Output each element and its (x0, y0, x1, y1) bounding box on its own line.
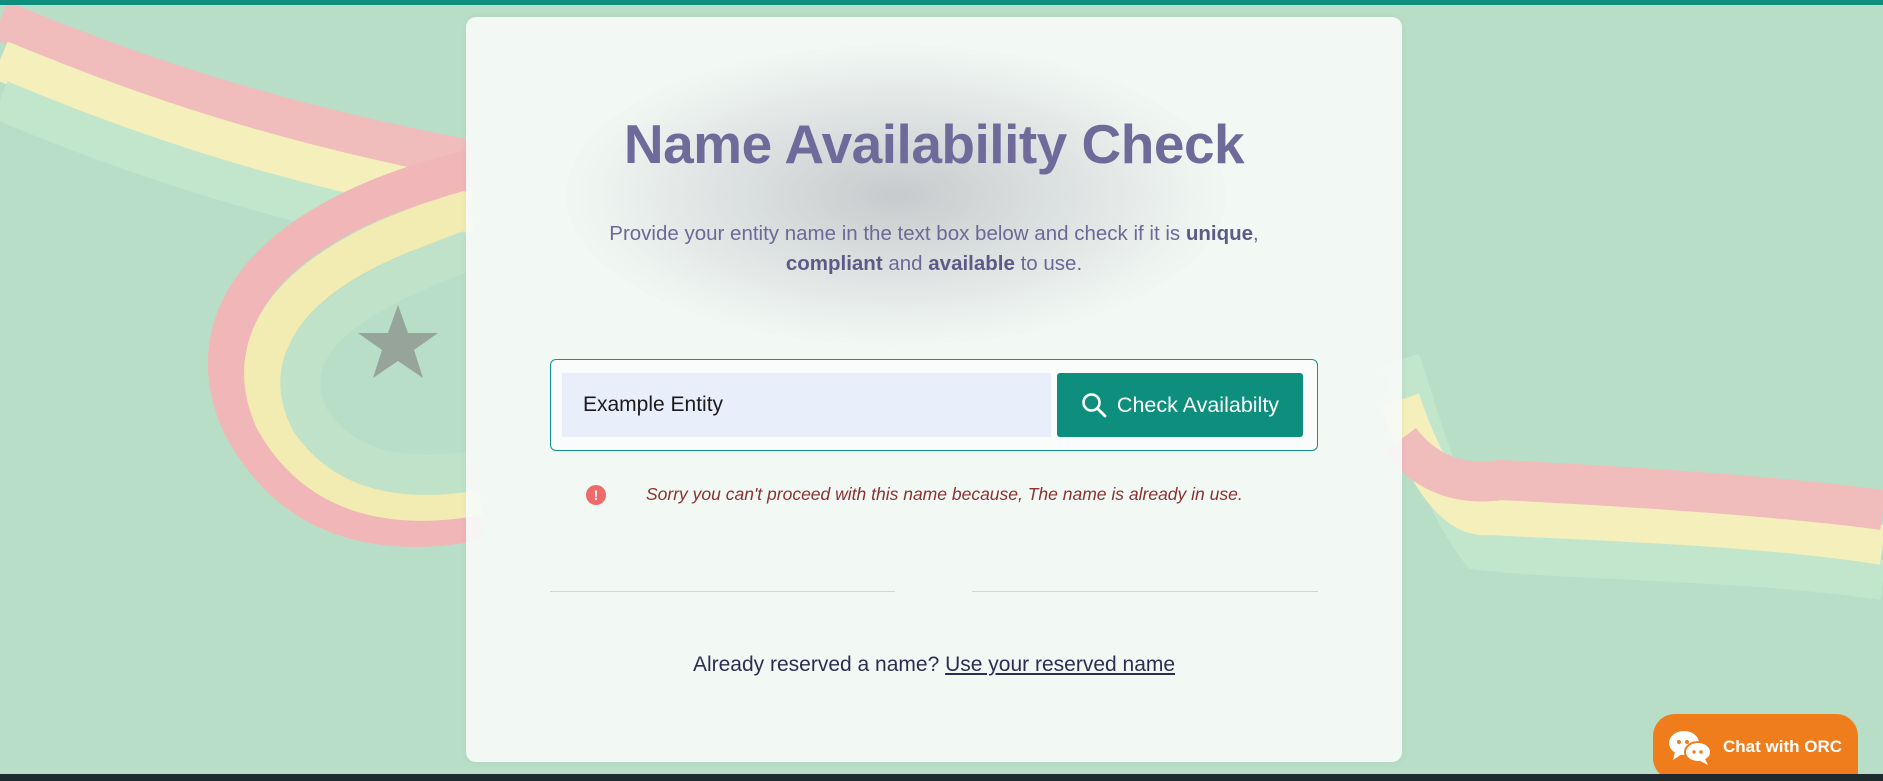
reserved-prompt: Already reserved a name? (692, 653, 940, 676)
subtitle-text-2: , (1253, 222, 1259, 245)
check-availability-button[interactable]: Check Availabilty (1057, 373, 1303, 437)
error-message: ! Sorry you can't proceed with this name… (586, 482, 1286, 508)
subtitle-text-4: to use. (1014, 252, 1083, 275)
subtitle-text-3: and (882, 252, 929, 275)
subtitle-text-1: Provide your entity name in the text box… (609, 222, 1186, 245)
page-subtitle: Provide your entity name in the text box… (581, 219, 1287, 279)
subtitle-bold-available: available (928, 252, 1015, 275)
divider-left (550, 591, 895, 592)
entity-name-input[interactable] (562, 373, 1051, 437)
subtitle-bold-compliant: compliant (785, 252, 883, 275)
chat-bubbles-icon (1669, 731, 1712, 765)
use-reserved-name-link[interactable]: Use your reserved name (945, 653, 1175, 676)
search-icon (1082, 393, 1107, 418)
subtitle-bold-unique: unique (1185, 222, 1254, 245)
bottom-bar (0, 774, 1883, 781)
chat-label: Chat with ORC (1723, 737, 1842, 756)
name-check-card: Name Availability Check Provide your ent… (466, 17, 1402, 762)
error-icon: ! (586, 485, 606, 505)
top-accent-bar (0, 0, 1883, 5)
chat-with-orc-button[interactable]: Chat with ORC (1653, 714, 1858, 780)
title-glow (566, 45, 1226, 345)
search-box: Check Availabilty (550, 359, 1318, 451)
divider-right (972, 591, 1318, 592)
reserved-name-line: Already reserved a name? Use your reserv… (466, 653, 1402, 677)
check-availability-label: Check Availabilty (1116, 392, 1280, 417)
page-title: Name Availability Check (623, 113, 1245, 175)
error-text: Sorry you can't proceed with this name b… (646, 484, 1243, 504)
